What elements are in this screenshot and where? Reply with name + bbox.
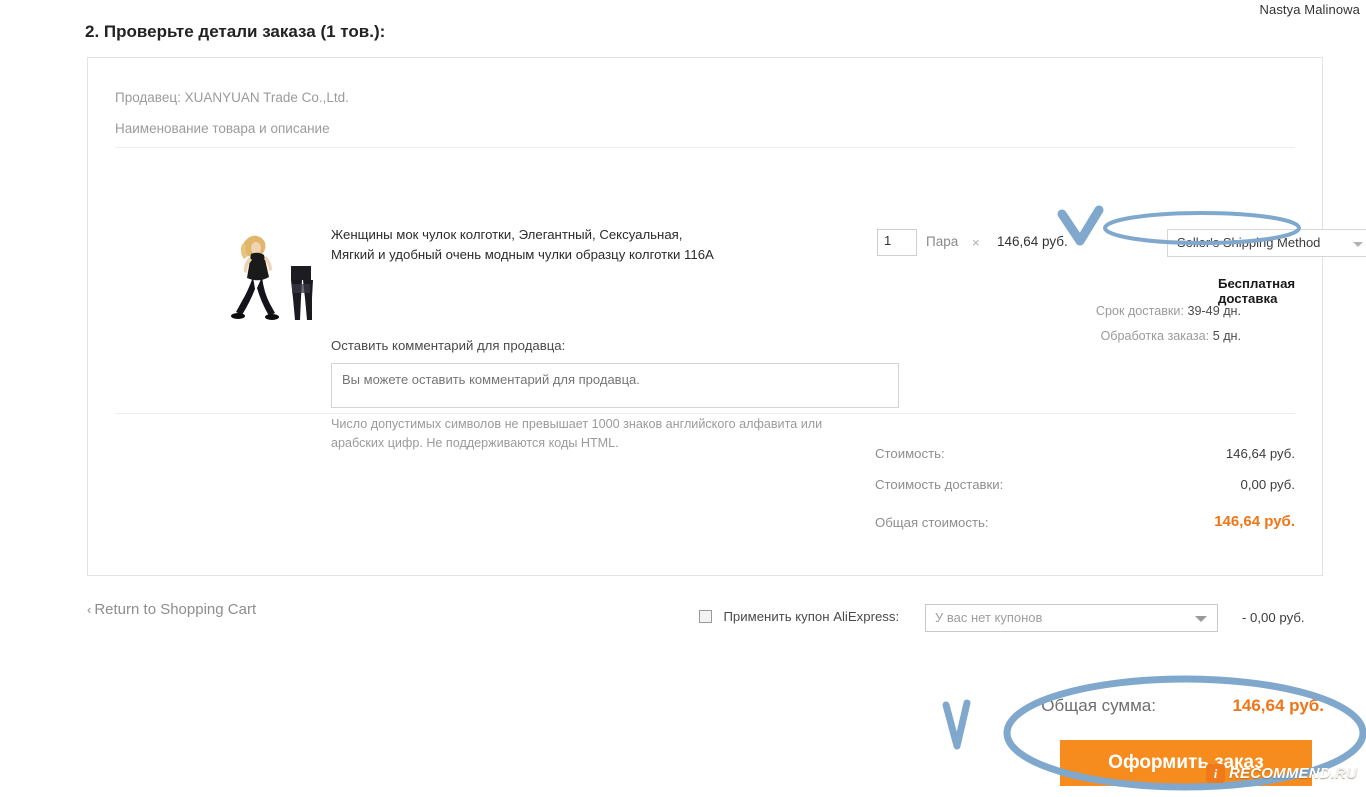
shipping-method-select[interactable]: Seller's Shipping Method (1167, 229, 1366, 257)
product-title[interactable]: Женщины мок чулок колготки, Элегантный, … (331, 225, 721, 265)
header-divider (115, 147, 1295, 148)
processing-time-label: Обработка заказа: (1100, 329, 1210, 343)
coupon-select[interactable]: У вас нет купонов (925, 604, 1218, 632)
shipping-method-value: Seller's Shipping Method (1177, 235, 1321, 250)
annotation-checkmark-total (942, 699, 971, 750)
processing-time-value: 5 дн. (1212, 329, 1241, 343)
cost-row: Стоимость: 146,64 руб. (875, 446, 1295, 477)
account-username: Nastya Malinowa (1259, 2, 1360, 17)
comment-label: Оставить комментарий для продавца: (331, 338, 566, 353)
goods-column-header: Наименование товара и описание (115, 121, 330, 136)
apply-coupon-checkbox[interactable] (699, 610, 712, 624)
cost-row: Стоимость доставки: 0,00 руб. (875, 477, 1295, 508)
seller-comment-input[interactable] (331, 363, 899, 408)
coupon-row: Применить купон AliExpress: У вас нет ку… (699, 604, 1305, 632)
grand-total-label: Общая сумма: (1041, 696, 1156, 715)
product-thumbnail[interactable] (212, 228, 314, 328)
page-title: 2. Проверьте детали заказа (1 тов.): (85, 22, 386, 41)
panel-header: Продавец: XUANYUAN Trade Co.,Ltd. Наимен… (88, 58, 1322, 146)
comment-hint: Число допустимых символов не превышает 1… (331, 417, 823, 450)
apply-coupon-label: Применить купон AliExpress: (723, 609, 900, 625)
coupon-discount-amount: - 0,00 руб. (1242, 610, 1305, 625)
watermark-text: RECOMMEND.RU (1229, 765, 1358, 782)
checkout-page: Nastya Malinowa 2. Проверьте детали зака… (0, 0, 1366, 797)
quantity-unit: Пара (926, 234, 959, 249)
cost-summary: Стоимость: 146,64 руб. Стоимость доставк… (875, 446, 1295, 546)
watermark-badge-icon: i (1206, 764, 1225, 783)
processing-time-row: Обработка заказа: 5 дн. (1100, 329, 1241, 343)
multiply-symbol: × (972, 235, 980, 250)
chevron-down-icon (1353, 242, 1363, 247)
delivery-time-label: Срок доставки: (1095, 304, 1184, 318)
cost-row-total: Общая стоимость: 146,64 руб. (875, 513, 1295, 546)
chevron-left-icon: ‹ (87, 602, 92, 617)
summary-divider (115, 413, 1295, 414)
cost-value: 146,64 руб. (1214, 513, 1295, 530)
cost-label: Стоимость доставки: (875, 477, 1004, 492)
quantity-input[interactable]: 1 (877, 229, 917, 256)
watermark: i RECOMMEND.RU (1206, 764, 1357, 783)
cost-label: Стоимость: (875, 446, 945, 461)
chevron-down-icon (1195, 616, 1207, 622)
return-to-cart-label: Return to Shopping Cart (94, 601, 257, 618)
delivery-time-value: 39-49 дн. (1187, 304, 1241, 318)
grand-total-value: 146,64 руб. (1232, 696, 1324, 715)
unit-price: 146,64 руб. (997, 234, 1068, 249)
free-shipping-label: Бесплатная доставка (1218, 276, 1296, 306)
order-details-panel: Продавец: XUANYUAN Trade Co.,Ltd. Наимен… (87, 57, 1366, 576)
coupon-select-value: У вас нет купонов (935, 610, 1043, 625)
cost-value: 146,64 руб. (1225, 446, 1295, 461)
cost-value: 0,00 руб. (1240, 477, 1295, 492)
return-to-cart-link[interactable]: ‹ Return to Shopping Cart (87, 601, 256, 618)
delivery-time-row: Срок доставки: 39-49 дн. (1096, 304, 1241, 318)
cost-label: Общая стоимость: (875, 515, 989, 530)
seller-name: Продавец: XUANYUAN Trade Co.,Ltd. (115, 90, 349, 105)
